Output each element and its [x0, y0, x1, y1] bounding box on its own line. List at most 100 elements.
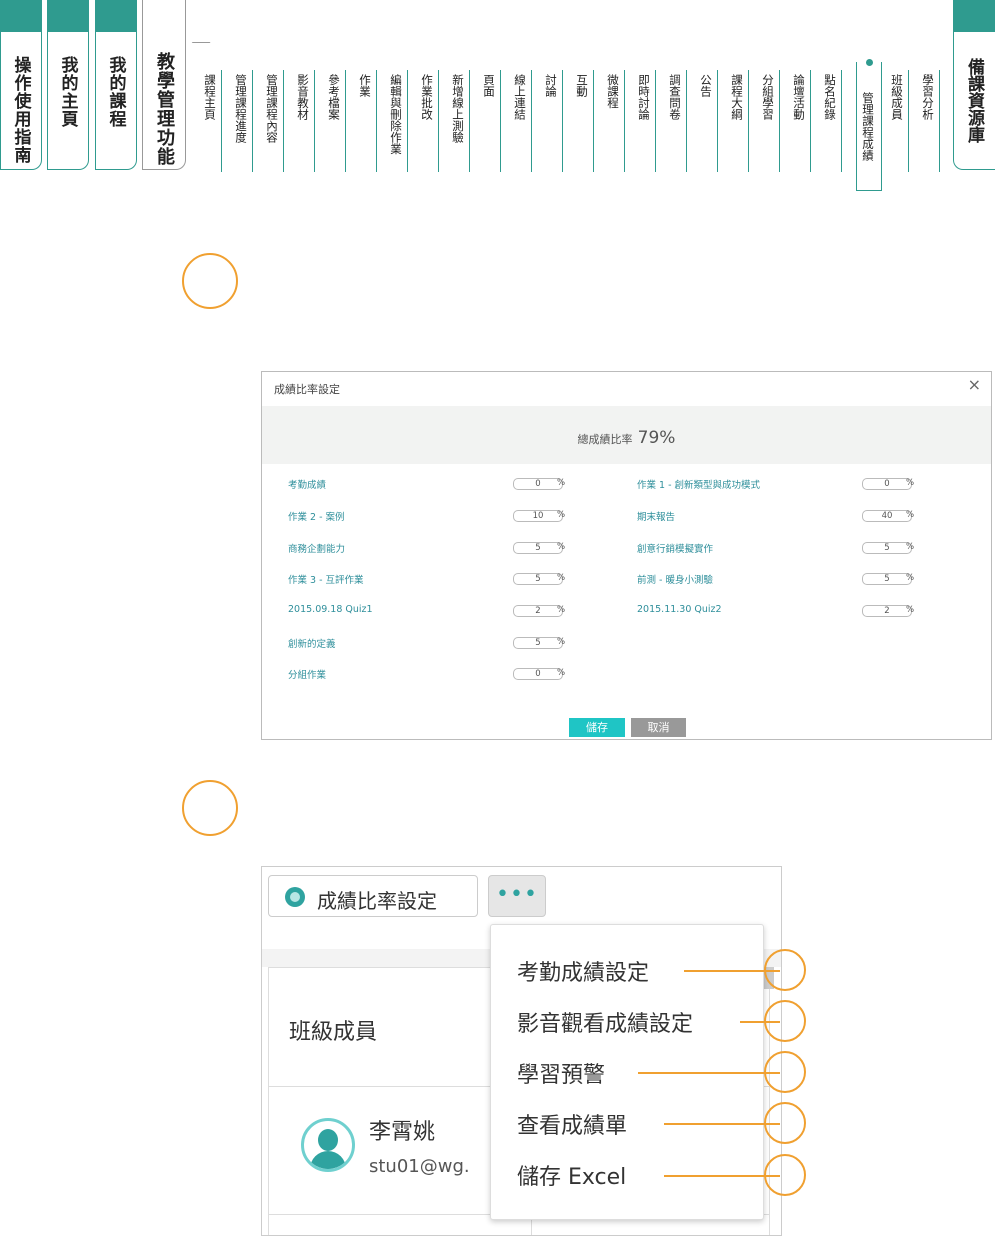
sub-tab-item[interactable]: 作業批改: [420, 70, 439, 172]
top-navigation: 操作使用指南 我的主頁 我的課程 教學管理功能 課程主頁 管理課程進度 管理課程內容…: [0, 0, 995, 200]
ratio-item-label: 分組作業: [288, 670, 327, 681]
sub-tab-item[interactable]: 線上連結: [513, 70, 532, 172]
menu-item-save-excel[interactable]: 儲存 Excel: [517, 1159, 626, 1191]
ratio-input[interactable]: 5: [862, 573, 912, 585]
sub-tab-label: 管理課程進度: [234, 74, 248, 143]
ratio-item-label: 期末報告: [637, 512, 676, 523]
tab-my-homepage[interactable]: 我的主頁: [47, 0, 89, 170]
total-ratio-label: 總成績比率: [577, 433, 633, 446]
ratio-input[interactable]: 0: [862, 478, 912, 490]
ratio-input[interactable]: 0: [513, 478, 563, 490]
grade-menu-screenshot: 成績比率設定 ••• 班級成員 李霄姚 stu01@wg. 考勤成績設定 影音觀…: [261, 866, 782, 1236]
ratio-item-label: 2015.09.18 Quiz1: [288, 604, 373, 615]
ratio-input[interactable]: 2: [513, 605, 563, 617]
callout-line-5: [664, 1175, 780, 1177]
tab-teaching-management[interactable]: 教學管理功能: [142, 0, 186, 170]
percent-sign: %: [557, 605, 566, 615]
sub-tab-label: 課程大綱: [730, 74, 744, 120]
avatar: [301, 1118, 355, 1172]
tab-user-guide[interactable]: 操作使用指南: [0, 0, 42, 170]
grade-ratio-dialog: 成績比率設定 × 總成績比率 79% 考勤成績 0% 作業 2 - 案例 10% 商務企…: [261, 371, 992, 740]
ratio-item-label: 作業 1 - 創新類型與成功模式: [637, 480, 761, 491]
sub-tab-label: 課程主頁: [203, 74, 217, 120]
sub-tab-item[interactable]: 學習分析: [921, 70, 940, 172]
menu-item-attendance-grade[interactable]: 考勤成績設定: [517, 955, 649, 987]
avatar-body: [310, 1151, 346, 1169]
sub-tab-item[interactable]: 論壇活動: [792, 70, 811, 172]
ratio-item-label: 考勤成績: [288, 480, 327, 491]
tab-label: 我的主頁: [57, 56, 78, 128]
percent-sign: %: [906, 478, 915, 488]
ratio-input[interactable]: 0: [513, 668, 563, 680]
tab-my-courses[interactable]: 我的課程: [95, 0, 137, 170]
sub-tab-item[interactable]: 作業: [358, 70, 377, 172]
ratio-input[interactable]: 40: [862, 510, 912, 522]
sub-tab-item[interactable]: 班級成員: [890, 70, 909, 172]
sub-tab-label: 編輯與刪除作業: [389, 74, 403, 155]
close-icon[interactable]: ×: [968, 375, 981, 394]
percent-sign: %: [906, 573, 915, 583]
sub-tab-item[interactable]: 參考檔案: [327, 70, 346, 172]
percent-sign: %: [557, 637, 566, 647]
cancel-button[interactable]: 取消: [631, 718, 686, 737]
total-ratio-bar: 總成績比率 79%: [262, 406, 991, 464]
sub-tab-item[interactable]: 編輯與刪除作業: [389, 70, 408, 172]
sub-tab-label: 公告: [699, 74, 713, 97]
sub-tab-label: 作業批改: [420, 74, 434, 120]
total-ratio-value: 79%: [637, 428, 676, 448]
save-button[interactable]: 儲存: [569, 718, 625, 737]
sub-tab-label: 線上連結: [513, 74, 527, 120]
grade-ratio-button[interactable]: 成績比率設定: [268, 875, 478, 917]
ratio-item-label: 作業 3 - 互評作業: [288, 575, 364, 586]
sub-tab-label: 點名紀錄: [823, 74, 837, 120]
percent-sign: %: [557, 573, 566, 583]
sub-tab-label: 影音教材: [296, 74, 310, 120]
ratio-input[interactable]: 2: [862, 605, 912, 617]
sub-tab-item[interactable]: 管理課程成績: [856, 62, 882, 191]
percent-sign: %: [906, 510, 915, 520]
sub-tab-item[interactable]: 公告: [699, 70, 718, 172]
avatar-head: [318, 1129, 338, 1151]
member-name: 李霄姚: [369, 1120, 436, 1145]
sub-tab-item[interactable]: 討論: [544, 70, 563, 172]
sub-tab-label: 調查問卷: [668, 74, 682, 120]
sub-tab-label: 分組學習: [761, 74, 775, 120]
menu-item-video-grade[interactable]: 影音觀看成績設定: [517, 1006, 693, 1038]
sub-tab-item[interactable]: 即時討論: [637, 70, 656, 172]
ratio-input[interactable]: 5: [513, 637, 563, 649]
callout-line-4: [664, 1123, 780, 1125]
sub-tab-item[interactable]: 課程主頁: [203, 70, 222, 172]
menu-item-learning-alert[interactable]: 學習預警: [517, 1057, 605, 1089]
ratio-item-label: 創新的定義: [288, 639, 336, 650]
sub-tab-item[interactable]: 互動: [575, 70, 594, 172]
step-circle-1: [182, 253, 238, 309]
ratio-input[interactable]: 5: [513, 542, 563, 554]
sub-tab-item[interactable]: 調查問卷: [668, 70, 687, 172]
sub-tab-item[interactable]: 點名紀錄: [823, 70, 842, 172]
percent-sign: %: [906, 542, 915, 552]
selected-indicator-dot: [866, 59, 873, 66]
sub-tab-item[interactable]: 管理課程進度: [234, 70, 253, 172]
ratio-input[interactable]: 5: [513, 573, 563, 585]
sub-tab-item[interactable]: 管理課程內容: [265, 70, 284, 172]
sub-tab-item[interactable]: 新增線上測驗: [451, 70, 470, 172]
ratio-input[interactable]: 5: [862, 542, 912, 554]
step-circle-2: [182, 780, 238, 836]
sub-tab-label: 作業: [358, 74, 372, 97]
sub-tab-item[interactable]: 影音教材: [296, 70, 315, 172]
tab-lesson-resources[interactable]: 備課資源庫: [953, 0, 995, 170]
grade-ratio-button-label: 成績比率設定: [317, 889, 437, 913]
sub-tab-item[interactable]: 微課程: [606, 70, 625, 172]
sub-tab-label: 班級成員: [890, 74, 904, 120]
sub-tab-item[interactable]: 頁面: [482, 70, 501, 172]
more-options-button[interactable]: •••: [488, 875, 546, 917]
percent-sign: %: [557, 510, 566, 520]
tab-cap: [954, 0, 995, 32]
tab-connector: [191, 42, 223, 57]
sub-tab-item[interactable]: 課程大綱: [730, 70, 749, 172]
menu-item-view-transcript[interactable]: 查看成績單: [517, 1108, 627, 1140]
tab-cap: [96, 0, 136, 32]
sub-tab-item[interactable]: 分組學習: [761, 70, 780, 172]
sub-tab-label: 參考檔案: [327, 74, 341, 120]
ratio-input[interactable]: 10: [513, 510, 563, 522]
